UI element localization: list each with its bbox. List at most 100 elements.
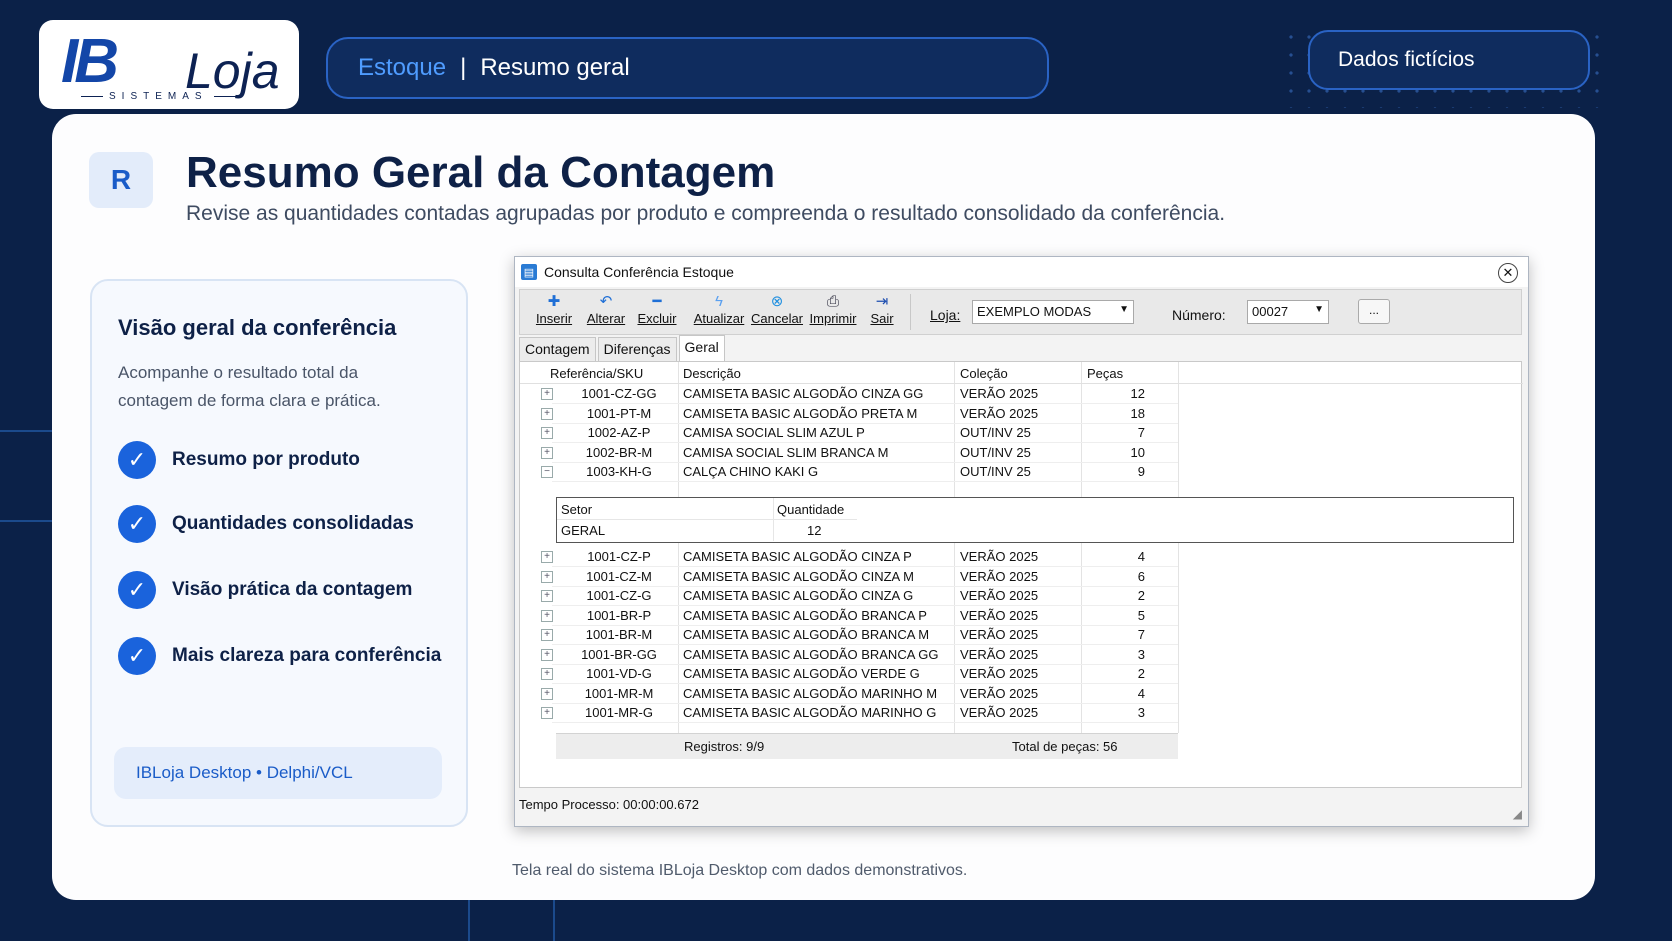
description-cell: CAMISETA BASIC ALGODÃO VERDE G — [683, 666, 920, 681]
table-row[interactable]: +1001-BR-P CAMISETA BASIC ALGODÃO BRANCA … — [520, 606, 1523, 626]
table-row[interactable]: +1002-BR-M CAMISA SOCIAL SLIM BRANCA M OUT… — [520, 443, 1523, 463]
pieces-cell: 9 — [1137, 464, 1145, 479]
table-header: Referência/SKU Descrição Coleção Peças — [520, 364, 1523, 384]
sku-cell: 1002-AZ-P — [587, 425, 651, 440]
brand-logo[interactable]: IB Loja SISTEMAS — [39, 20, 299, 109]
description-cell: CAMISETA BASIC ALGODÃO CINZA M — [683, 568, 914, 584]
delete-button[interactable]: ━ Excluir — [635, 293, 679, 326]
window-title: Consulta Conferência Estoque — [544, 264, 734, 280]
window-titlebar[interactable]: ▤ Consulta Conferência Estoque — [515, 257, 1528, 287]
exit-button[interactable]: ⇥ Sair — [866, 293, 898, 326]
sku-cell: 1001-PT-M — [586, 405, 652, 421]
expand-icon[interactable]: + — [541, 707, 553, 719]
collection-cell: VERÃO 2025 — [960, 588, 1039, 603]
table-row[interactable]: +1001-PT-M CAMISETA BASIC ALGODÃO PRETA M… — [520, 404, 1523, 424]
section-letter-badge: R — [89, 152, 153, 208]
column-header[interactable]: Coleção — [960, 366, 1008, 381]
breadcrumb-section[interactable]: Estoque — [358, 54, 446, 82]
background-line — [553, 900, 555, 941]
app-window: ▤ Consulta Conferência Estoque ✕ ✚ Inser… — [514, 256, 1529, 827]
tab-geral[interactable]: Geral — [678, 335, 725, 363]
expand-icon[interactable]: + — [541, 427, 553, 439]
insert-button[interactable]: ✚ Inserir — [534, 293, 574, 326]
expand-icon[interactable]: + — [541, 570, 553, 583]
sku-cell: 1001-CZ-M — [586, 568, 652, 584]
caption: Tela real do sistema IBLoja Desktop com … — [512, 862, 968, 879]
number-select[interactable]: 00027 ▼ — [1247, 300, 1329, 324]
exit-door-icon: ⇥ — [875, 293, 889, 310]
detail-cell[interactable]: 12 — [807, 523, 821, 538]
table-row[interactable]: +1001-CZ-G CAMISETA BASIC ALGODÃO CINZA G… — [520, 586, 1523, 606]
column-header[interactable]: Descrição — [683, 366, 741, 381]
data-grid: Referência/SKU Descrição Coleção Peças +… — [519, 361, 1523, 788]
table-row[interactable]: +1001-MR-M CAMISETA BASIC ALGODÃO MARINHO… — [520, 684, 1523, 704]
expand-icon[interactable]: + — [541, 388, 553, 400]
expand-icon[interactable]: + — [541, 609, 553, 622]
table-row[interactable]: − 1003-KH-G CALÇA CHINO KAKI G OUT/INV 25 9 — [520, 462, 1523, 482]
collapse-icon[interactable]: − — [541, 466, 553, 478]
detail-cell[interactable]: GERAL — [561, 523, 605, 538]
description-cell: CAMISETA BASIC ALGODÃO CINZA GG — [683, 386, 924, 401]
edit-button[interactable]: ↶ Alterar — [584, 293, 628, 326]
sku-cell: 1002-BR-M — [585, 444, 653, 460]
printer-icon: ⎙ — [826, 293, 839, 310]
refresh-button[interactable]: ϟ Atualizar — [690, 293, 748, 326]
table-row[interactable]: +1001-CZ-P CAMISETA BASIC ALGODÃO CINZA P… — [520, 547, 1523, 567]
pieces-cell: 3 — [1137, 646, 1145, 662]
check-icon: ✓ — [118, 637, 156, 675]
expand-icon[interactable]: + — [541, 590, 553, 602]
table-row[interactable]: +1001-MR-G CAMISETA BASIC ALGODÃO MARINHO… — [520, 703, 1523, 723]
table-row[interactable]: +1001-BR-GG CAMISETA BASIC ALGODÃO BRANCA… — [520, 645, 1523, 665]
description-cell: CAMISA SOCIAL SLIM AZUL P — [683, 425, 865, 440]
collection-cell: VERÃO 2025 — [960, 549, 1039, 564]
feature-label: Visão prática da contagem — [172, 579, 413, 600]
pieces-cell: 5 — [1137, 607, 1145, 623]
resize-grip-icon[interactable]: ◢ — [1513, 807, 1522, 821]
detail-divider — [773, 498, 774, 541]
tab-contagem[interactable]: Contagem — [519, 337, 596, 361]
row-divider — [552, 722, 1178, 723]
minus-icon: ━ — [652, 293, 662, 310]
description-cell: CAMISETA BASIC ALGODÃO CINZA G — [683, 588, 914, 603]
app-icon: ▤ — [521, 264, 537, 280]
expand-icon[interactable]: + — [541, 668, 553, 680]
close-icon[interactable]: ✕ — [1498, 263, 1518, 283]
pieces-cell: 12 — [1130, 386, 1145, 401]
description-cell: CALÇA CHINO KAKI G — [683, 464, 819, 479]
column-header[interactable]: Referência/SKU — [550, 366, 668, 381]
sku-cell: 1001-CZ-P — [587, 549, 651, 564]
print-button[interactable]: ⎙ Imprimir — [805, 293, 861, 326]
store-label: Loja: — [930, 307, 961, 323]
feature-item: ✓ Visão prática da contagem — [118, 571, 412, 609]
chevron-down-icon: ▼ — [1119, 304, 1129, 315]
expand-icon[interactable]: + — [541, 446, 553, 459]
expand-icon[interactable]: + — [541, 687, 553, 700]
table-row[interactable]: +1001-CZ-M CAMISETA BASIC ALGODÃO CINZA M… — [520, 567, 1523, 587]
table-row[interactable]: +1001-BR-M CAMISETA BASIC ALGODÃO BRANCA … — [520, 625, 1523, 645]
status-bar: Tempo Processo: 00:00:00.672 — [519, 797, 699, 812]
expand-icon[interactable]: + — [541, 648, 553, 661]
table-row[interactable]: +1001-VD-G CAMISETA BASIC ALGODÃO VERDE G… — [520, 664, 1523, 684]
tab-diferencas[interactable]: Diferenças — [597, 337, 677, 361]
collection-cell: OUT/INV 25 — [960, 425, 1031, 440]
expand-icon[interactable]: + — [541, 551, 553, 563]
button-label: Excluir — [637, 311, 677, 326]
table-row[interactable]: +1002-AZ-P CAMISA SOCIAL SLIM AZUL P OUT/I… — [520, 423, 1523, 443]
table-row[interactable]: +1001-CZ-GG CAMISETA BASIC ALGODÃO CINZA … — [520, 384, 1523, 404]
column-header[interactable]: Peças — [1087, 366, 1123, 381]
sku-cell: 1001-BR-P — [586, 607, 652, 623]
chevron-down-icon: ▼ — [1314, 304, 1324, 315]
collection-cell: VERÃO 2025 — [960, 646, 1039, 662]
button-label: Imprimir — [809, 311, 857, 326]
sku-cell: 1001-BR-M — [585, 627, 653, 642]
detail-header: Setor — [561, 502, 593, 517]
feature-label: Mais clareza para conferência — [172, 645, 442, 666]
cancel-button[interactable]: ⊗ Cancelar — [750, 293, 804, 326]
main-card: R Resumo Geral da Contagem Revise as qua… — [52, 114, 1595, 900]
expand-icon[interactable]: + — [541, 629, 553, 641]
description-cell: CAMISETA BASIC ALGODÃO PRETA M — [683, 405, 918, 421]
store-select[interactable]: EXEMPLO MODAS ▼ — [972, 300, 1134, 324]
expand-icon[interactable]: + — [541, 407, 553, 420]
lookup-button[interactable]: ... — [1358, 299, 1390, 324]
pieces-cell: 2 — [1137, 666, 1145, 681]
